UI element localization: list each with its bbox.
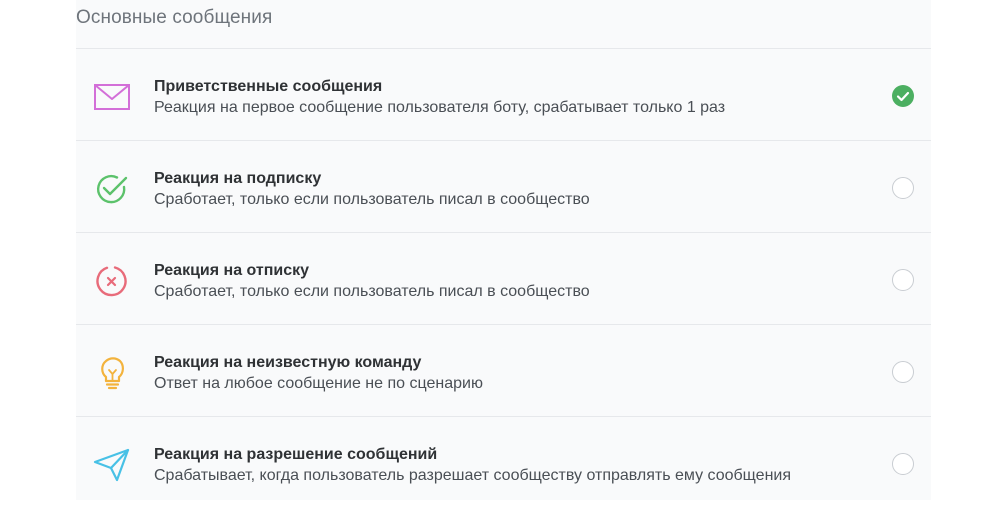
item-description: Срабатывает, когда пользователь разрешае… — [154, 467, 791, 484]
list-item-welcome[interactable]: Приветственные сообщения Реакция на перв… — [76, 48, 931, 140]
item-title: Реакция на разрешение сообщений — [154, 446, 438, 463]
list-item-unknown-command[interactable]: Реакция на неизвестную команду Ответ на … — [76, 324, 931, 416]
select-radio-checked[interactable] — [892, 85, 914, 107]
select-radio[interactable] — [892, 361, 914, 383]
select-radio[interactable] — [892, 269, 914, 291]
x-circle-icon — [92, 263, 132, 299]
item-description: Ответ на любое сообщение не по сценарию — [154, 375, 483, 392]
item-title: Приветственные сообщения — [154, 78, 383, 95]
list-item-unsubscribe[interactable]: Реакция на отписку Сработает, только есл… — [76, 232, 931, 324]
item-title: Реакция на неизвестную команду — [154, 354, 422, 371]
select-radio[interactable] — [892, 177, 914, 199]
item-title: Реакция на отписку — [154, 262, 310, 279]
item-description: Реакция на первое сообщение пользователя… — [154, 99, 726, 116]
list-item-allow-messages[interactable]: Реакция на разрешение сообщений Срабатыв… — [76, 416, 931, 508]
item-description: Сработает, только если пользователь писа… — [154, 191, 590, 208]
section-title: Основные сообщения — [76, 7, 273, 28]
paper-plane-icon — [92, 447, 132, 483]
lightbulb-icon — [92, 355, 132, 391]
check-circle-icon — [92, 171, 132, 207]
messages-panel: Основные сообщения Приветственные сообще… — [76, 0, 931, 500]
item-description: Сработает, только если пользователь писа… — [154, 283, 590, 300]
envelope-icon — [92, 79, 132, 115]
list-item-subscribe[interactable]: Реакция на подписку Сработает, только ес… — [76, 140, 931, 232]
select-radio[interactable] — [892, 453, 914, 475]
item-title: Реакция на подписку — [154, 170, 322, 187]
check-icon — [896, 91, 910, 102]
message-type-list: Приветственные сообщения Реакция на перв… — [76, 48, 931, 508]
